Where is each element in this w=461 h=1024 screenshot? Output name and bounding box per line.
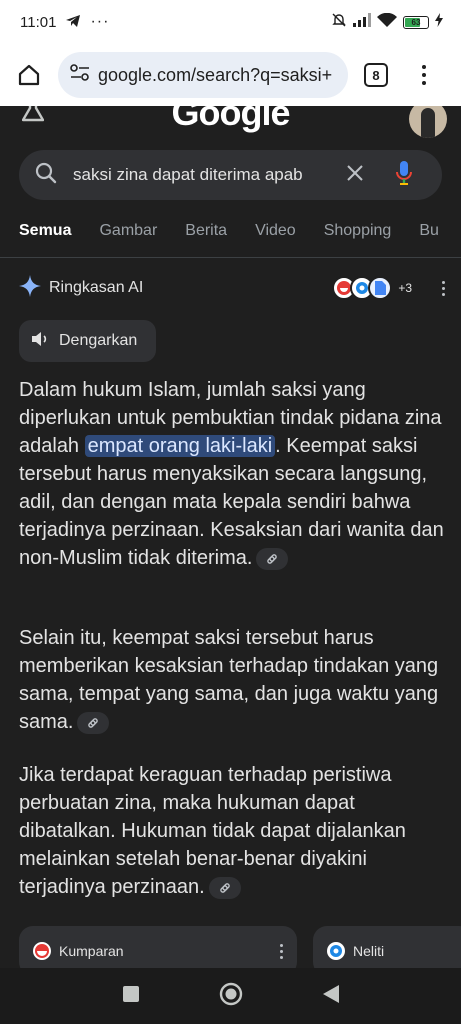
address-bar[interactable]: google.com/search?q=saksi+ <box>58 52 348 98</box>
telegram-icon <box>66 14 81 31</box>
tab-shopping[interactable]: Shopping <box>324 218 392 252</box>
site-settings-icon[interactable] <box>70 63 90 87</box>
status-bar: 11:01 ··· 63 <box>0 0 461 44</box>
source-link-button[interactable] <box>256 547 289 570</box>
more-sources-count: +3 <box>398 281 412 295</box>
kumparan-favicon-icon <box>33 942 51 960</box>
recents-button[interactable] <box>122 985 139 1007</box>
search-tabs: Semua Gambar Berita Video Shopping Bu <box>19 218 461 252</box>
link-icon <box>267 553 278 564</box>
source-favicons[interactable]: +3 <box>332 276 412 300</box>
search-input[interactable]: saksi zina dapat diterima apab <box>73 165 327 185</box>
source-card-menu-button[interactable] <box>280 943 283 959</box>
listen-label: Dengarkan <box>59 332 138 349</box>
tab-semua[interactable]: Semua <box>19 218 71 252</box>
back-triangle-icon <box>322 984 339 1003</box>
url-text: google.com/search?q=saksi+ <box>98 64 333 85</box>
paragraph-3-text: Jika terdapat keraguan terhadap peristiw… <box>19 764 406 898</box>
browser-menu-button[interactable] <box>414 65 434 85</box>
browser-toolbar: google.com/search?q=saksi+ 8 <box>0 44 461 106</box>
ai-overview-title: Ringkasan AI <box>49 279 144 296</box>
tab-berita[interactable]: Berita <box>185 218 227 252</box>
source-name: Kumparan <box>59 943 124 959</box>
circle-icon <box>219 982 242 1005</box>
battery-level: 63 <box>411 17 421 27</box>
source-name: Neliti <box>353 943 385 959</box>
home-nav-button[interactable] <box>219 982 243 1011</box>
link-icon <box>219 882 230 893</box>
tab-switcher-button[interactable]: 8 <box>364 63 388 87</box>
tab-video[interactable]: Video <box>255 218 296 252</box>
square-icon <box>122 985 139 1002</box>
search-icon <box>35 162 57 189</box>
search-box: saksi zina dapat diterima apab <box>19 150 442 200</box>
system-navigation-bar <box>0 968 461 1024</box>
listen-button[interactable]: Dengarkan <box>19 320 156 362</box>
mute-icon <box>331 12 347 32</box>
document-favicon-icon <box>368 276 393 300</box>
tab-bu[interactable]: Bu <box>419 218 439 252</box>
signal-icon <box>353 13 371 31</box>
home-icon <box>18 64 40 86</box>
ai-paragraph-1: Dalam hukum Islam, jumlah saksi yang dip… <box>19 376 444 572</box>
clear-search-icon[interactable] <box>345 163 365 188</box>
speaker-icon <box>31 331 49 352</box>
charging-icon <box>435 13 443 31</box>
ai-sparkle-icon <box>19 274 41 302</box>
highlighted-answer[interactable]: empat orang laki-laki <box>84 435 276 457</box>
tab-gambar[interactable]: Gambar <box>99 218 157 252</box>
google-header: Google <box>0 106 461 142</box>
ai-paragraph-3: Jika terdapat keraguan terhadap peristiw… <box>19 761 444 901</box>
back-button[interactable] <box>322 984 339 1008</box>
voice-search-icon[interactable] <box>395 160 413 191</box>
neliti-favicon-icon <box>327 942 345 960</box>
source-link-button[interactable] <box>77 711 110 734</box>
ai-overview-header: Ringkasan AI +3 <box>19 274 445 302</box>
link-icon <box>88 717 99 728</box>
google-logo[interactable]: Google <box>0 106 461 134</box>
tabs-divider <box>0 257 461 258</box>
more-notifications-icon: ··· <box>90 13 110 30</box>
home-button[interactable] <box>14 60 44 90</box>
ai-paragraph-2: Selain itu, keempat saksi tersebut harus… <box>19 624 444 736</box>
source-link-button[interactable] <box>208 876 241 899</box>
wifi-icon <box>377 12 397 32</box>
battery-icon: 63 <box>403 15 429 29</box>
ai-overview-menu-button[interactable] <box>442 280 445 296</box>
status-time: 11:01 <box>20 13 57 31</box>
